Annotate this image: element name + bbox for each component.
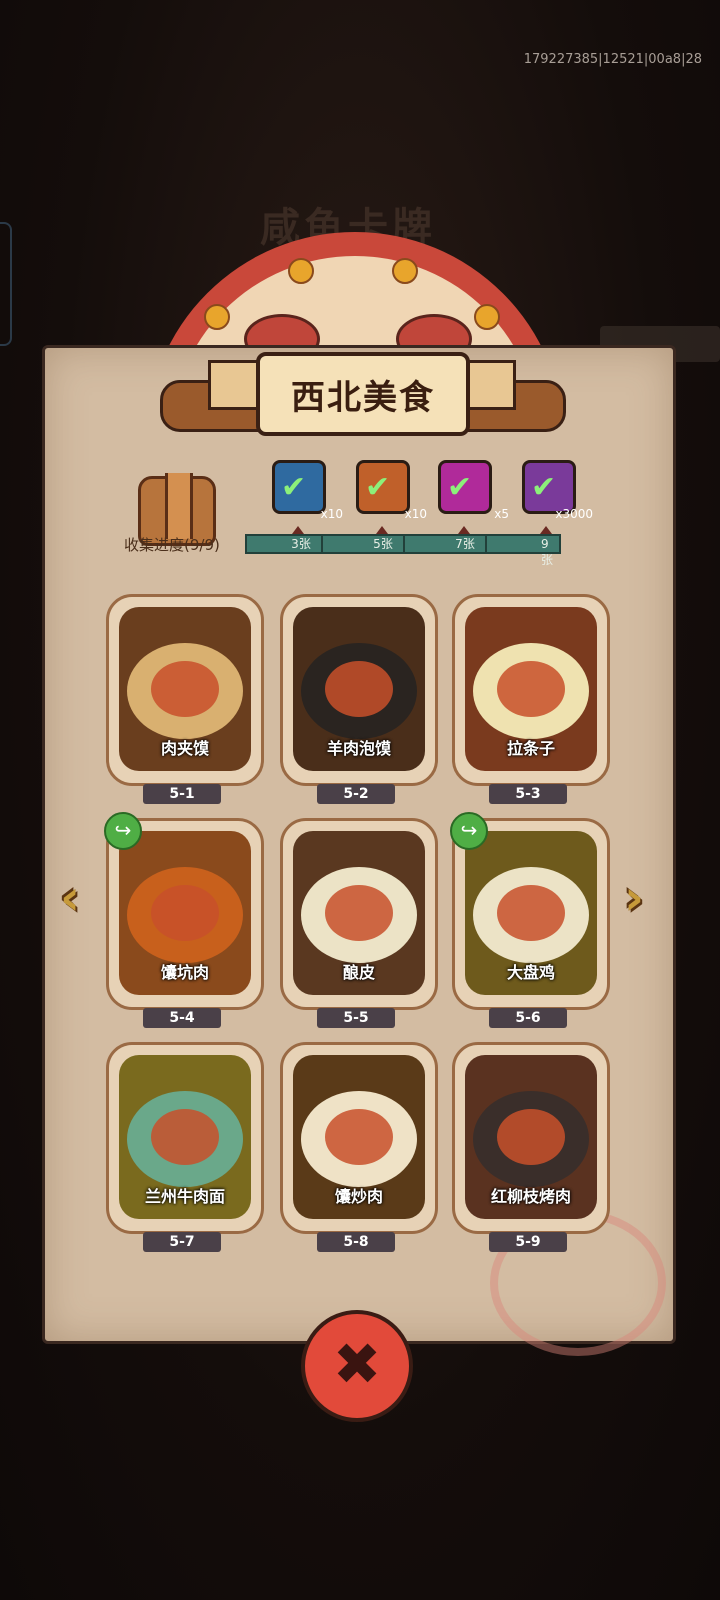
reward-qty: x3000 (555, 507, 593, 521)
background-side-panel (0, 222, 12, 346)
card-id-label: 5-4 (143, 1008, 221, 1028)
plate-dot-icon (204, 304, 230, 330)
progress-tick (321, 536, 323, 552)
card-id-label: 5-1 (143, 784, 221, 804)
card-name: 羊肉泡馍 (326, 739, 391, 758)
milestone-marker-icon (458, 526, 470, 534)
food-card[interactable]: 羊肉泡馍 (280, 594, 438, 786)
reward-qty: x10 (320, 507, 343, 521)
card-name: 馕炒肉 (334, 1187, 383, 1206)
card-name: 拉条子 (506, 739, 555, 758)
claimed-check-icon: ✔ (447, 470, 473, 505)
card-name: 红柳枝烤肉 (490, 1187, 571, 1206)
dish-art: 兰州牛肉面 (119, 1055, 251, 1219)
milestone-marker-icon (292, 526, 304, 534)
collection-progress-label: 收集进度(9/9) (124, 536, 220, 554)
food-card[interactable]: 红柳枝烤肉 (452, 1042, 610, 1234)
dish-food-icon (497, 661, 565, 717)
card-id-label: 5-8 (317, 1232, 395, 1252)
card-id-label: 5-6 (489, 1008, 567, 1028)
build-id-label: 179227385|12521|00a8|28 (523, 52, 702, 67)
collection-progress-bar: 3张 5张 7张 9张 (245, 534, 561, 567)
food-card[interactable]: 拉条子 (452, 594, 610, 786)
claimed-check-icon: ✔ (281, 470, 307, 505)
card-name: 酿皮 (342, 963, 375, 982)
food-card[interactable]: 馕炒肉 (280, 1042, 438, 1234)
dish-food-icon (325, 1109, 393, 1165)
card-id-label: 5-5 (317, 1008, 395, 1028)
food-card[interactable]: 兰州牛肉面 (106, 1042, 264, 1234)
collection-banner: 西北美食 (256, 352, 470, 436)
card-name: 大盘鸡 (506, 963, 555, 982)
card-name: 肉夹馍 (160, 739, 209, 758)
milestone-marker-icon (376, 526, 388, 534)
progress-tick (403, 536, 405, 552)
dish-food-icon (151, 1109, 219, 1165)
milestone-marker-icon (540, 526, 552, 534)
reward-purple-orb-icon[interactable]: ✔ x5 (438, 460, 509, 521)
reward-purple-gem-icon[interactable]: ✔ x3000 (522, 460, 593, 521)
card-id-label: 5-3 (489, 784, 567, 804)
food-card[interactable]: 酿皮 (280, 818, 438, 1010)
dish-food-icon (325, 661, 393, 717)
milestone-label: 5张 (373, 537, 393, 551)
milestone-label: 9张 (541, 537, 554, 567)
next-page-arrow-icon[interactable]: › (612, 866, 656, 930)
card-id-label: 5-2 (317, 784, 395, 804)
share-icon[interactable]: ↪ (104, 812, 142, 850)
dish-food-icon (151, 885, 219, 941)
dish-art: 大盘鸡 (465, 831, 597, 995)
milestone-label: 7张 (455, 537, 475, 551)
dish-art: 馕炒肉 (293, 1055, 425, 1219)
reward-orange-scroll-icon[interactable]: ✔ x10 (356, 460, 427, 521)
milestone-label: 3张 (291, 537, 311, 551)
dish-food-icon (151, 661, 219, 717)
claimed-check-icon: ✔ (531, 470, 557, 505)
card-id-label: 5-9 (489, 1232, 567, 1252)
reward-blue-ticket-icon[interactable]: ✔ x10 (272, 460, 343, 521)
claimed-check-icon: ✔ (365, 470, 391, 505)
card-name: 兰州牛肉面 (144, 1187, 225, 1206)
collection-title: 西北美食 (291, 377, 435, 418)
dish-art: 肉夹馍 (119, 607, 251, 771)
dish-art: 拉条子 (465, 607, 597, 771)
plate-dot-icon (474, 304, 500, 330)
progress-tick (485, 536, 487, 552)
reward-qty: x5 (494, 507, 509, 521)
food-card[interactable]: 肉夹馍 (106, 594, 264, 786)
dish-food-icon (325, 885, 393, 941)
dish-art: 馕坑肉 (119, 831, 251, 995)
dish-art: 红柳枝烤肉 (465, 1055, 597, 1219)
dish-food-icon (497, 885, 565, 941)
plate-dot-icon (288, 258, 314, 284)
prev-page-arrow-icon[interactable]: ‹ (48, 866, 92, 930)
close-button[interactable]: ✖ (301, 1310, 413, 1422)
reward-qty: x10 (404, 507, 427, 521)
share-icon[interactable]: ↪ (450, 812, 488, 850)
dish-art: 酿皮 (293, 831, 425, 995)
dish-art: 羊肉泡馍 (293, 607, 425, 771)
plate-dot-icon (392, 258, 418, 284)
dish-food-icon (497, 1109, 565, 1165)
card-name: 馕坑肉 (160, 963, 209, 982)
card-id-label: 5-7 (143, 1232, 221, 1252)
